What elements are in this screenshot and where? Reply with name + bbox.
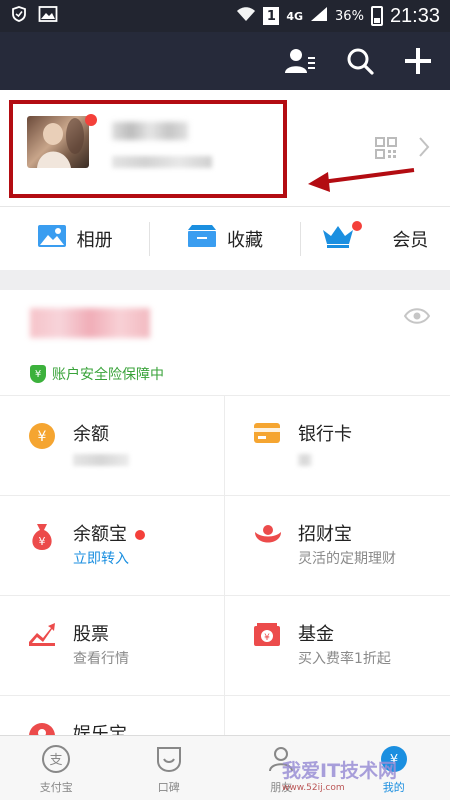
stock-title: 股票 [73, 624, 109, 645]
tab-alipay-label: 支付宝 [39, 781, 73, 794]
shield-yuan-icon: ¥ [30, 365, 46, 383]
stock-cell[interactable]: 股票 查看行情 [0, 596, 225, 695]
status-bar: 1 4G 36% 21:33 [0, 0, 450, 32]
alipay-icon: 支 [40, 743, 72, 775]
svg-text:支: 支 [50, 753, 63, 768]
svg-text:¥: ¥ [38, 429, 47, 445]
search-icon[interactable] [344, 45, 376, 77]
balance-total-blurred [30, 308, 150, 338]
image-notification-icon [38, 5, 58, 27]
contacts-icon[interactable] [284, 45, 316, 77]
wifi-icon [236, 6, 256, 26]
yuebao-cell[interactable]: ¥ 余额宝 立即转入 [0, 496, 225, 595]
battery-percent: 36% [335, 8, 364, 24]
safety-label: 账户安全险保障中 [52, 367, 164, 383]
yuebao-notification-dot [135, 530, 145, 540]
eye-icon[interactable] [403, 308, 431, 328]
clock: 21:33 [389, 4, 440, 27]
account-summary[interactable]: ¥ 账户安全险保障中 [0, 290, 450, 396]
membership-notification-dot [351, 221, 362, 231]
shield-notification-icon [10, 5, 28, 27]
balance-cell[interactable]: ¥ 余额 [0, 396, 225, 495]
album-icon [37, 224, 67, 253]
annotation-arrow [306, 166, 416, 200]
fund-icon: ¥ [253, 622, 281, 650]
album-label: 相册 [76, 229, 113, 251]
favorites-button[interactable]: 收藏 [150, 207, 299, 270]
chevron-right-icon[interactable] [418, 136, 430, 162]
quick-actions-row: 相册 收藏 会员 [0, 206, 450, 270]
tab-koubei-label: 口碑 [157, 781, 180, 794]
yuebao-title: 余额宝 [73, 520, 145, 546]
membership-button[interactable]: 会员 [301, 207, 450, 270]
balance-icon: ¥ [28, 422, 56, 450]
zhaocaibao-icon [253, 522, 281, 550]
account-safety-badge[interactable]: ¥ 账户安全险保障中 [30, 364, 164, 384]
bank-card-icon [253, 422, 281, 450]
signal-icon [310, 6, 328, 26]
zhaocaibao-title: 招财宝 [298, 524, 352, 545]
zhaocaibao-subtitle: 灵活的定期理财 [298, 551, 396, 567]
bank-card-count-blurred [298, 454, 312, 466]
fund-subtitle: 买入费率1折起 [298, 651, 391, 667]
tab-alipay[interactable]: 支 支付宝 [0, 736, 113, 800]
album-button[interactable]: 相册 [0, 207, 149, 270]
watermark-text: 我爱IT技术网 [282, 760, 398, 782]
balance-amount-blurred [73, 454, 129, 466]
koubei-icon [153, 743, 185, 775]
tab-koubei[interactable]: 口碑 [113, 736, 226, 800]
add-icon[interactable] [402, 45, 434, 77]
sim-slot-badge: 1 [263, 7, 280, 25]
favorites-icon [187, 224, 217, 253]
annotation-highlight-box [9, 100, 287, 198]
fund-title: 基金 [298, 624, 334, 645]
qr-code-icon[interactable] [375, 137, 397, 159]
fund-cell[interactable]: ¥ 基金 买入费率1折起 [225, 596, 450, 695]
svg-text:¥: ¥ [39, 535, 46, 548]
svg-text:¥: ¥ [264, 633, 270, 643]
watermark: 我爱IT技术网 www.52ij.com [282, 756, 397, 793]
network-type: 4G [286, 9, 304, 23]
battery-icon [370, 6, 383, 26]
favorites-label: 收藏 [226, 229, 263, 251]
yuebao-transfer-link[interactable]: 立即转入 [73, 548, 129, 568]
watermark-url: www.52ij.com [282, 783, 345, 793]
crown-icon [322, 224, 354, 253]
zhaocaibao-cell[interactable]: 招财宝 灵活的定期理财 [225, 496, 450, 595]
membership-label: 会员 [392, 229, 429, 251]
money-bag-icon: ¥ [28, 522, 56, 550]
top-bar [0, 32, 450, 90]
bank-card-title: 银行卡 [298, 424, 352, 445]
stock-subtitle: 查看行情 [73, 651, 129, 667]
stock-icon [28, 622, 56, 650]
bank-card-cell[interactable]: 银行卡 [225, 396, 450, 495]
balance-title: 余额 [73, 424, 109, 445]
